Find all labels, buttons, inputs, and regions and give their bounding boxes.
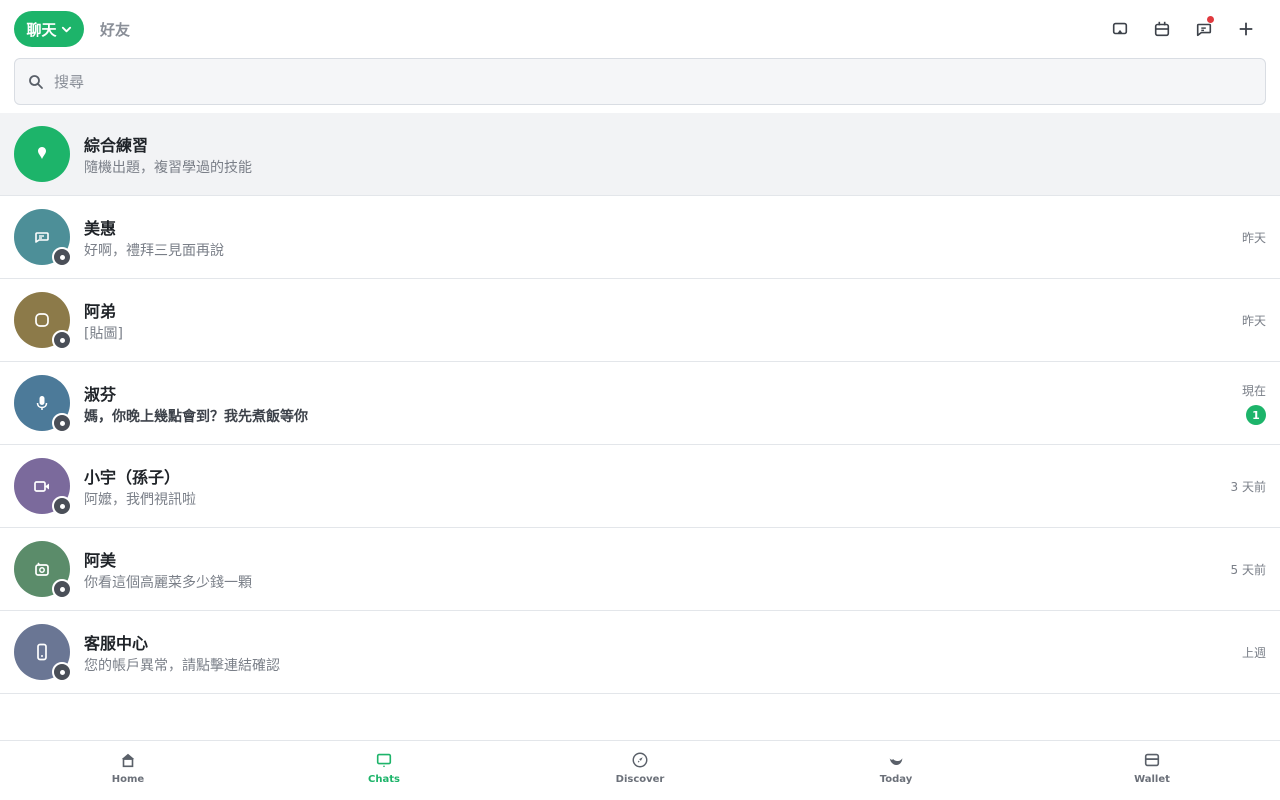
- nav-label: Chats: [368, 774, 400, 785]
- avatar: [14, 126, 70, 182]
- chat-name: 淑芬: [84, 385, 117, 404]
- chat-time: 現在: [1241, 384, 1266, 398]
- camera-icon: [35, 562, 49, 576]
- cast-icon: [1112, 22, 1128, 35]
- chat-name: 阿美: [84, 551, 117, 570]
- chevron-down-icon: [61, 26, 71, 32]
- chat-list: 綜合練習 隨機出題，複習學過的技能 美惠 好啊，禮拜三見面再說 昨天 阿弟 [貼…: [0, 113, 1280, 694]
- wallet-icon: [1144, 753, 1160, 767]
- pin-icon: [38, 147, 46, 159]
- chat-preview: 媽，你晚上幾點會到？我先煮飯等你: [84, 409, 308, 425]
- cast-button[interactable]: [1104, 14, 1136, 44]
- search-input[interactable]: [54, 72, 1234, 91]
- chat-name: 小宇（孫子）: [84, 468, 181, 487]
- video-icon: [34, 481, 49, 492]
- status-badge: [52, 247, 72, 267]
- moon-icon: [889, 758, 903, 766]
- top-bar: 聊天 好友: [0, 0, 1280, 58]
- message-icon: [35, 232, 49, 243]
- microphone-icon: [36, 396, 48, 410]
- calendar-button[interactable]: [1146, 14, 1178, 44]
- chat-time: 昨天: [1241, 314, 1266, 328]
- chat-preview: 您的帳戶異常，請點擊連結確認: [84, 658, 280, 674]
- chat-row-support[interactable]: 客服中心 您的帳戶異常，請點擊連結確認 上週: [0, 611, 1280, 694]
- search-icon: [29, 74, 43, 89]
- nav-chats[interactable]: Chats: [256, 741, 512, 800]
- chat-preview: [貼圖]: [84, 326, 123, 342]
- chat-icon: [376, 753, 392, 768]
- chat-row-shufen[interactable]: 淑芬 媽，你晚上幾點會到？我先煮飯等你 現在 1: [0, 362, 1280, 445]
- notification-dot: [1207, 16, 1214, 23]
- chat-name: 阿弟: [84, 302, 117, 321]
- chat-name: 客服中心: [84, 634, 149, 653]
- search-bar: [14, 58, 1266, 105]
- phone-icon: [37, 643, 47, 661]
- chat-preview: 好啊，禮拜三見面再說: [84, 243, 224, 259]
- compass-icon: [632, 752, 648, 768]
- chat-preview: 隨機出題，複習學過的技能: [84, 160, 252, 176]
- nav-home[interactable]: Home: [0, 741, 256, 800]
- chat-row-xiaoyu[interactable]: 小宇（孫子） 阿嬤，我們視訊啦 3 天前: [0, 445, 1280, 528]
- chat-name: 美惠: [84, 219, 117, 238]
- chat-preview: 阿嬤，我們視訊啦: [84, 492, 196, 508]
- chat-time: 3 天前: [1230, 480, 1266, 494]
- nav-label: Today: [879, 774, 913, 785]
- chat-row-meihui[interactable]: 美惠 好啊，禮拜三見面再說 昨天: [0, 196, 1280, 279]
- messages-button[interactable]: [1188, 14, 1220, 44]
- nav-label: Wallet: [1134, 774, 1170, 785]
- bottom-nav: Home Chats Discover Today Wallet: [0, 740, 1280, 800]
- nav-today[interactable]: Today: [768, 741, 1024, 800]
- status-badge: [52, 579, 72, 599]
- chat-time: 上週: [1241, 646, 1266, 660]
- nav-discover[interactable]: Discover: [512, 741, 768, 800]
- chat-tab-label: 聊天: [26, 20, 57, 39]
- home-icon: [121, 753, 135, 768]
- add-button[interactable]: [1230, 14, 1262, 44]
- chat-time: 昨天: [1241, 231, 1266, 245]
- nav-label: Discover: [615, 774, 665, 785]
- chat-row-amei[interactable]: 阿美 你看這個高麗菜多少錢一顆 5 天前: [0, 528, 1280, 611]
- chat-row-practice[interactable]: 綜合練習 隨機出題，複習學過的技能: [0, 113, 1280, 196]
- nav-label: Home: [111, 774, 145, 785]
- chat-tab-dropdown[interactable]: 聊天: [14, 11, 84, 47]
- status-badge: [52, 413, 72, 433]
- nav-wallet[interactable]: Wallet: [1024, 741, 1280, 800]
- friends-tab[interactable]: 好友: [100, 19, 130, 40]
- chat-preview: 你看這個高麗菜多少錢一顆: [84, 575, 252, 591]
- calendar-icon: [1154, 21, 1170, 37]
- status-badge: [52, 496, 72, 516]
- status-badge: [52, 662, 72, 682]
- chat-row-adi[interactable]: 阿弟 [貼圖] 昨天: [0, 279, 1280, 362]
- unread-count-badge: 1: [1246, 405, 1266, 425]
- chat-name: 綜合練習: [84, 136, 149, 155]
- chat-time: 5 天前: [1230, 563, 1266, 577]
- status-badge: [52, 330, 72, 350]
- sticker-icon: [35, 313, 49, 327]
- plus-icon: [1239, 22, 1253, 36]
- header-actions: [1104, 14, 1262, 44]
